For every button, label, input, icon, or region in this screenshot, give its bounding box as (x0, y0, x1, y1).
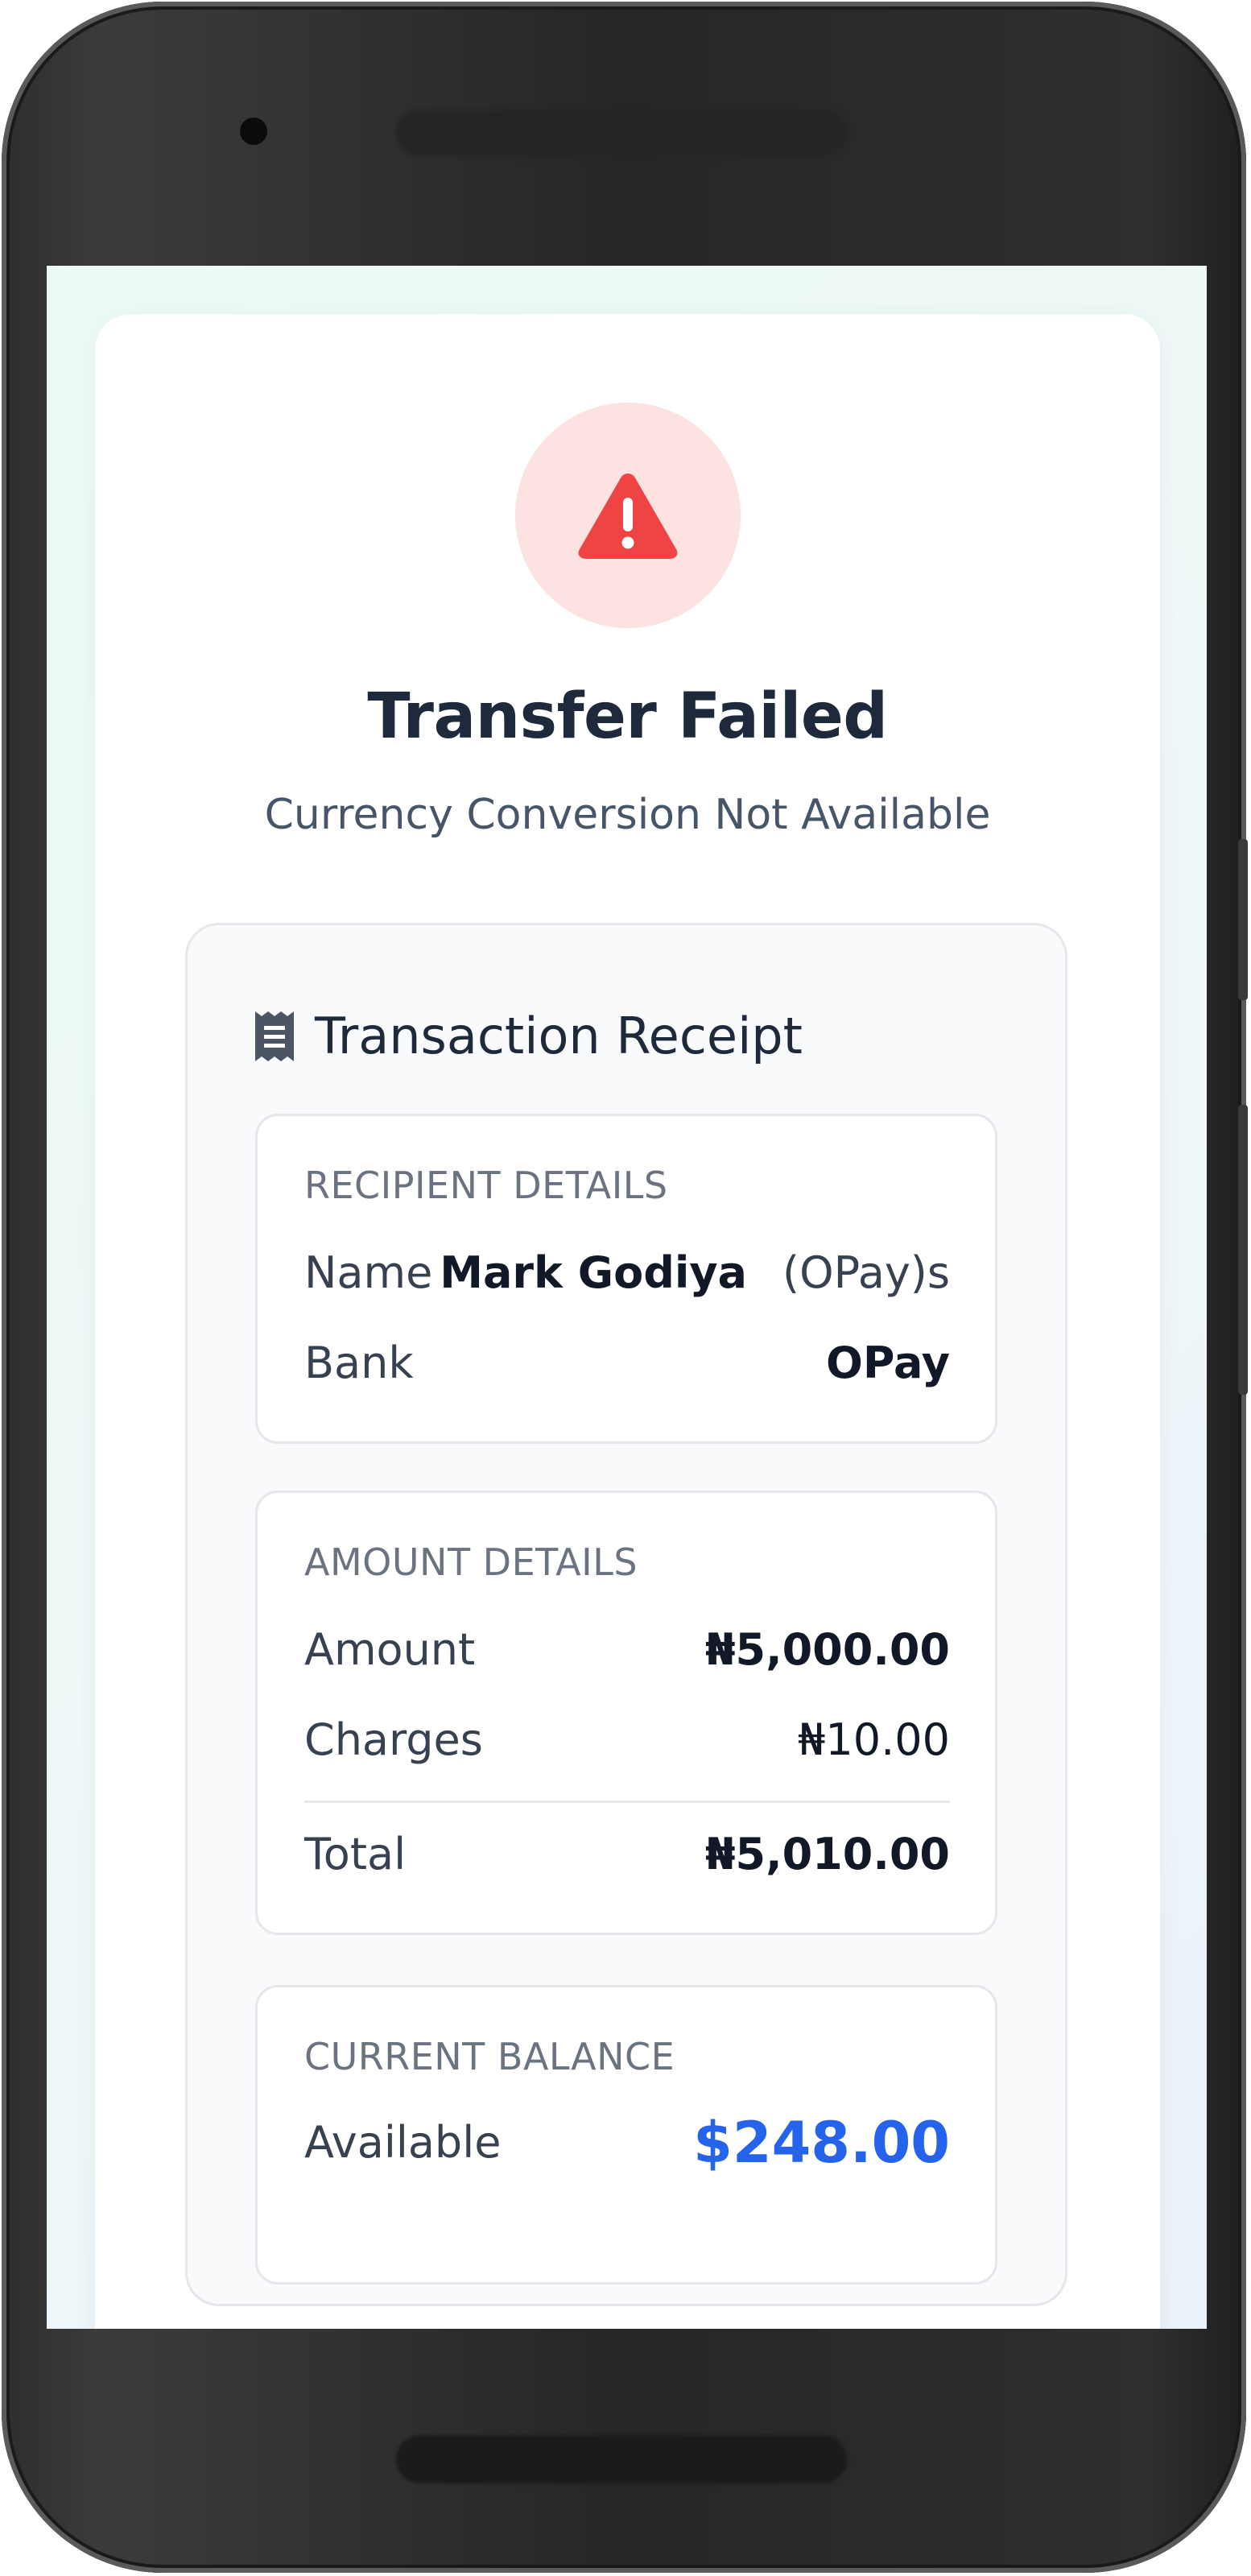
recipient-name-suffix: (OPay)s (782, 1247, 950, 1298)
total-value: ₦5,010.00 (704, 1829, 950, 1879)
amount-label: Amount (304, 1624, 476, 1675)
warning-triangle-icon (578, 473, 678, 559)
side-button-upper (1238, 839, 1248, 1000)
total-label: Total (304, 1829, 407, 1879)
earpiece-speaker (396, 110, 847, 156)
page-title: Transfer Failed (367, 680, 888, 753)
front-camera (240, 118, 267, 145)
bank-value: OPay (825, 1338, 950, 1388)
available-label: Available (304, 2117, 502, 2168)
phone-frame: Transfer Failed Currency Conversion Not … (2, 2, 1248, 2573)
charges-value: ₦10.00 (798, 1714, 950, 1765)
bottom-speaker (396, 2435, 847, 2483)
name-label: Name (304, 1247, 433, 1298)
current-balance-section: CURRENT BALANCE Available $248.00 (255, 1985, 997, 2284)
available-balance: $248.00 (693, 2110, 950, 2176)
page-subtitle: Currency Conversion Not Available (264, 791, 991, 839)
status-icon-badge (515, 403, 741, 628)
receipt-title: Transaction Receipt (315, 1007, 803, 1065)
section-label: CURRENT BALANCE (304, 2035, 675, 2078)
side-button-lower (1238, 1105, 1248, 1395)
result-card: Transfer Failed Currency Conversion Not … (95, 314, 1160, 2329)
section-label: RECIPIENT DETAILS (304, 1164, 668, 1207)
phone-screen: Transfer Failed Currency Conversion Not … (47, 266, 1207, 2329)
recipient-name: Mark Godiya (440, 1247, 747, 1298)
total-divider (304, 1801, 950, 1803)
receipt-icon (255, 1011, 294, 1061)
transaction-receipt: Transaction Receipt RECIPIENT DETAILS Na… (185, 923, 1067, 2306)
charges-label: Charges (304, 1714, 483, 1765)
amount-value: ₦5,000.00 (704, 1624, 950, 1675)
recipient-details-section: RECIPIENT DETAILS Name Mark Godiya (OPay… (255, 1114, 997, 1444)
bank-label: Bank (304, 1338, 414, 1388)
receipt-header: Transaction Receipt (255, 1006, 803, 1067)
section-label: AMOUNT DETAILS (304, 1540, 638, 1584)
amount-details-section: AMOUNT DETAILS Amount ₦5,000.00 Charges … (255, 1491, 997, 1935)
